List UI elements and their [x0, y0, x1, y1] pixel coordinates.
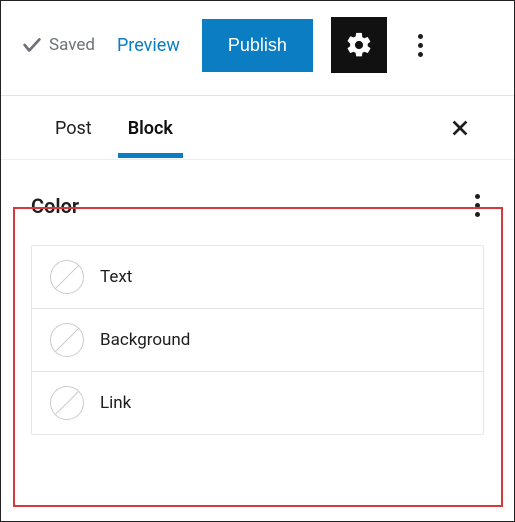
- gear-icon: [345, 31, 373, 59]
- color-panel-more[interactable]: [471, 190, 484, 221]
- color-panel: Color Text Background Link: [1, 160, 514, 435]
- publish-button[interactable]: Publish: [202, 19, 313, 72]
- tab-post[interactable]: Post: [55, 98, 92, 157]
- close-icon: [449, 117, 471, 139]
- no-color-icon: [50, 386, 84, 420]
- check-icon: [21, 34, 43, 56]
- more-options-toolbar[interactable]: [409, 25, 433, 65]
- color-panel-header: Color: [31, 190, 484, 221]
- color-option-label: Link: [100, 393, 131, 413]
- close-sidebar-button[interactable]: [446, 114, 474, 142]
- top-toolbar: Saved Preview Publish: [1, 1, 514, 96]
- no-color-icon: [50, 260, 84, 294]
- color-option-link[interactable]: Link: [32, 372, 483, 434]
- color-option-text[interactable]: Text: [32, 246, 483, 309]
- no-color-icon: [50, 323, 84, 357]
- color-option-background[interactable]: Background: [32, 309, 483, 372]
- color-option-label: Text: [100, 267, 132, 287]
- saved-indicator: Saved: [21, 34, 95, 56]
- saved-label: Saved: [49, 35, 95, 55]
- preview-button[interactable]: Preview: [113, 31, 184, 60]
- sidebar-tabs: Post Block: [1, 96, 514, 160]
- tab-block[interactable]: Block: [128, 98, 173, 157]
- color-panel-title: Color: [31, 194, 79, 218]
- editor-frame: Saved Preview Publish Post Block Color T: [0, 0, 515, 522]
- color-option-label: Background: [100, 330, 190, 350]
- color-options-list: Text Background Link: [31, 245, 484, 435]
- settings-button[interactable]: [331, 17, 387, 73]
